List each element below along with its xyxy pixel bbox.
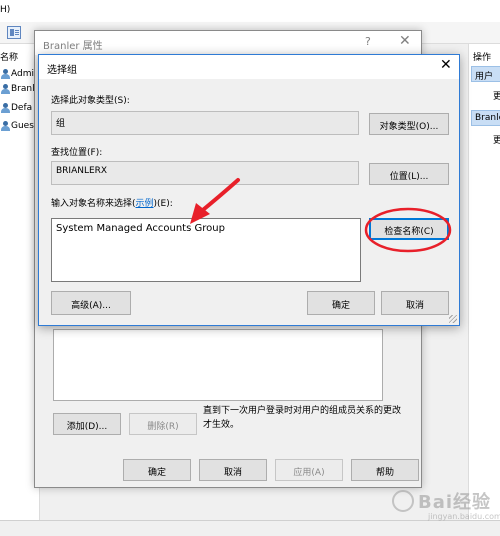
cancel-button[interactable]: 取消 bbox=[381, 291, 449, 315]
list-item-label: Admi bbox=[11, 69, 34, 79]
select-group-title-bar: 选择组 ✕ bbox=[39, 55, 459, 79]
actions-pane: 操作 用户 更 Branle 更 bbox=[468, 44, 500, 524]
object-types-button[interactable]: 对象类型(O)... bbox=[369, 113, 449, 135]
list-item-label: Gues bbox=[11, 121, 34, 131]
select-group-dialog: 选择组 ✕ 选择此对象类型(S): 组 对象类型(O)... 查找位置(F): … bbox=[38, 54, 460, 326]
properties-title-bar: Branler 属性 ? ✕ bbox=[35, 31, 421, 55]
actions-group-users[interactable]: 用户 bbox=[471, 66, 500, 82]
member-of-list[interactable] bbox=[53, 329, 383, 401]
properties-title: Branler 属性 bbox=[43, 41, 103, 52]
actions-group-branler[interactable]: Branle bbox=[471, 110, 500, 126]
action-more-link[interactable]: 更 bbox=[493, 133, 500, 146]
list-item-label: Branl bbox=[11, 84, 35, 94]
user-icon bbox=[0, 84, 10, 95]
menu-bar: H) bbox=[0, 0, 500, 22]
action-more-link[interactable]: 更 bbox=[493, 89, 500, 102]
dialog-title: 选择组 bbox=[47, 65, 77, 76]
list-header-name[interactable]: 名称 bbox=[0, 50, 18, 63]
remove-button[interactable]: 删除(R) bbox=[129, 413, 197, 435]
object-type-label: 选择此对象类型(S): bbox=[51, 96, 130, 106]
actions-header: 操作 bbox=[473, 53, 492, 63]
check-names-button[interactable]: 检查名称(C) bbox=[369, 218, 449, 240]
show-hide-pane-icon[interactable] bbox=[7, 26, 21, 39]
object-names-input[interactable]: System Managed Accounts Group bbox=[51, 218, 361, 282]
user-icon bbox=[0, 103, 10, 114]
advanced-button[interactable]: 高级(A)... bbox=[51, 291, 131, 315]
names-label-suffix: )(E): bbox=[153, 199, 173, 209]
watermark-subtext: jingyan.baidu.com bbox=[428, 512, 500, 521]
help-icon[interactable]: ? bbox=[365, 35, 371, 48]
user-icon bbox=[0, 121, 10, 132]
ok-button[interactable]: 确定 bbox=[307, 291, 375, 315]
location-field: BRIANLERX bbox=[51, 161, 359, 185]
baidu-jingyan-watermark: Bai经验 jingyan.baidu.com bbox=[388, 480, 500, 528]
list-item-label: Defa bbox=[11, 103, 33, 113]
add-button[interactable]: 添加(D)... bbox=[53, 413, 121, 435]
resize-grip[interactable] bbox=[449, 315, 457, 323]
ok-button[interactable]: 确定 bbox=[123, 459, 191, 481]
user-icon bbox=[0, 69, 10, 80]
object-type-field: 组 bbox=[51, 111, 359, 135]
apply-button[interactable]: 应用(A) bbox=[275, 459, 343, 481]
membership-note: 直到下一次用户登录时对用户的组成员关系的更改才生效。 bbox=[203, 406, 402, 430]
watermark-text: Bai经验 bbox=[418, 492, 492, 513]
examples-link[interactable]: 示例 bbox=[136, 199, 154, 209]
menu-item-help-fragment[interactable]: H) bbox=[0, 5, 10, 15]
help-button[interactable]: 帮助 bbox=[351, 459, 419, 481]
close-icon[interactable]: ✕ bbox=[399, 33, 411, 49]
cancel-button[interactable]: 取消 bbox=[199, 459, 267, 481]
paw-logo-icon bbox=[392, 490, 414, 512]
names-label-prefix: 输入对象名称来选择( bbox=[51, 199, 136, 209]
names-label: 输入对象名称来选择(示例)(E): bbox=[51, 196, 173, 209]
location-label: 查找位置(F): bbox=[51, 148, 103, 158]
locations-button[interactable]: 位置(L)... bbox=[369, 163, 449, 185]
close-icon[interactable]: ✕ bbox=[440, 57, 452, 73]
